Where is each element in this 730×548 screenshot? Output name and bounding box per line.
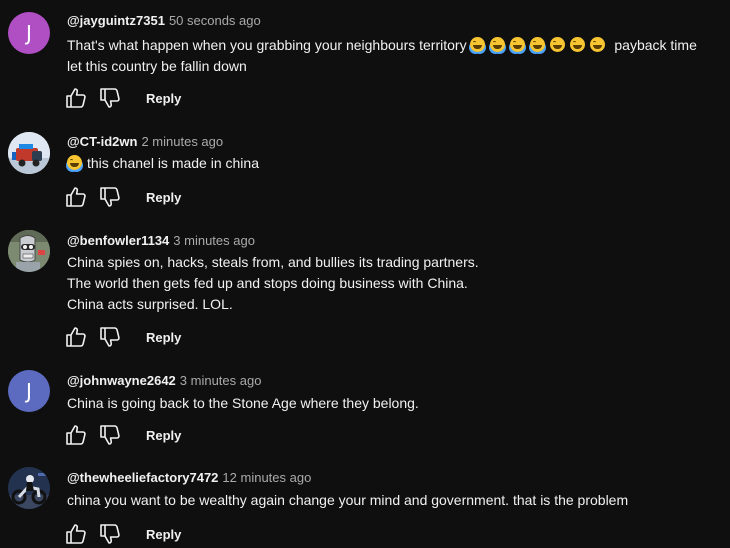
- comment-text-line: That's what happen when you grabbing you…: [67, 37, 467, 53]
- comment-text-line: China is going back to the Stone Age whe…: [67, 395, 419, 411]
- grinning-sweat-emoji-icon: [570, 37, 586, 52]
- comment-author[interactable]: @thewheeliefactory7472: [67, 470, 218, 485]
- comment-text: China is going back to the Stone Age whe…: [67, 393, 419, 414]
- comment-text: this chanel is made in china: [67, 153, 259, 174]
- avatar[interactable]: J: [8, 370, 50, 412]
- comment-time[interactable]: 2 minutes ago: [141, 134, 223, 149]
- comment-header: @johnwayne2642 3 minutes ago: [67, 373, 261, 389]
- comment-time[interactable]: 3 minutes ago: [173, 233, 255, 248]
- laughing-emoji-icon: [530, 37, 546, 52]
- like-icon[interactable]: [64, 522, 88, 546]
- comment-text-line: China acts surprised. LOL.: [67, 296, 233, 312]
- comment-actions: Reply: [64, 522, 181, 546]
- avatar-letter: J: [26, 21, 32, 45]
- avatar[interactable]: [8, 467, 50, 509]
- comment-header: @CT-id2wn 2 minutes ago: [67, 134, 223, 150]
- comment-time[interactable]: 3 minutes ago: [180, 373, 262, 388]
- laughing-emoji-icon: [490, 37, 506, 52]
- like-icon[interactable]: [64, 325, 88, 349]
- comment-text-line: The world then gets fed up and stops doi…: [67, 275, 468, 291]
- comment-actions: Reply: [64, 86, 181, 110]
- comment-header: @thewheeliefactory7472 12 minutes ago: [67, 470, 311, 486]
- truck-cartoon-icon: [8, 132, 50, 174]
- laughing-emoji-icon: [67, 155, 82, 170]
- comment-author[interactable]: @benfowler1134: [67, 233, 169, 248]
- reply-button[interactable]: Reply: [146, 190, 181, 205]
- comment-text: China spies on, hacks, steals from, and …: [67, 252, 479, 315]
- comment-text-line: China spies on, hacks, steals from, and …: [67, 254, 479, 270]
- comment-author[interactable]: @johnwayne2642: [67, 373, 176, 388]
- grinning-sweat-emoji-icon: [550, 37, 566, 52]
- comment-header: @jayguintz7351 50 seconds ago: [67, 13, 261, 29]
- comment-text-line: china you want to be wealthy again chang…: [67, 492, 629, 508]
- comment-actions: Reply: [64, 185, 181, 209]
- dislike-icon[interactable]: [98, 522, 122, 546]
- comment-text: That's what happen when you grabbing you…: [67, 35, 697, 77]
- comment-time[interactable]: 50 seconds ago: [169, 13, 261, 28]
- motorcycle-photo-icon: [8, 467, 50, 509]
- laughing-emoji-icon: [470, 37, 486, 52]
- grinning-sweat-emoji-icon: [590, 37, 606, 52]
- laughing-emoji-icon: [510, 37, 526, 52]
- comment-text-line: payback time: [614, 37, 697, 53]
- avatar[interactable]: [8, 132, 50, 174]
- dislike-icon[interactable]: [98, 325, 122, 349]
- comment-text-line: this chanel is made in china: [87, 155, 259, 171]
- comment-author[interactable]: @CT-id2wn: [67, 134, 137, 149]
- comment-author[interactable]: @jayguintz7351: [67, 13, 165, 28]
- laughing-emojis: [470, 37, 614, 53]
- avatar-letter: J: [26, 379, 32, 403]
- reply-button[interactable]: Reply: [146, 91, 181, 106]
- like-icon[interactable]: [64, 423, 88, 447]
- like-icon[interactable]: [64, 185, 88, 209]
- comment-time[interactable]: 12 minutes ago: [222, 470, 311, 485]
- reply-button[interactable]: Reply: [146, 428, 181, 443]
- like-icon[interactable]: [64, 86, 88, 110]
- comment-actions: Reply: [64, 423, 181, 447]
- avatar[interactable]: J: [8, 12, 50, 54]
- dislike-icon[interactable]: [98, 185, 122, 209]
- comment-actions: Reply: [64, 325, 181, 349]
- comment-text: china you want to be wealthy again chang…: [67, 490, 628, 511]
- reply-button[interactable]: Reply: [146, 527, 181, 542]
- dislike-icon[interactable]: [98, 423, 122, 447]
- reply-button[interactable]: Reply: [146, 330, 181, 345]
- dislike-icon[interactable]: [98, 86, 122, 110]
- comment-header: @benfowler1134 3 minutes ago: [67, 233, 255, 249]
- avatar[interactable]: [8, 230, 50, 272]
- robot-cartoon-icon: [8, 230, 50, 272]
- comment-text-line: let this country be fallin down: [67, 58, 247, 74]
